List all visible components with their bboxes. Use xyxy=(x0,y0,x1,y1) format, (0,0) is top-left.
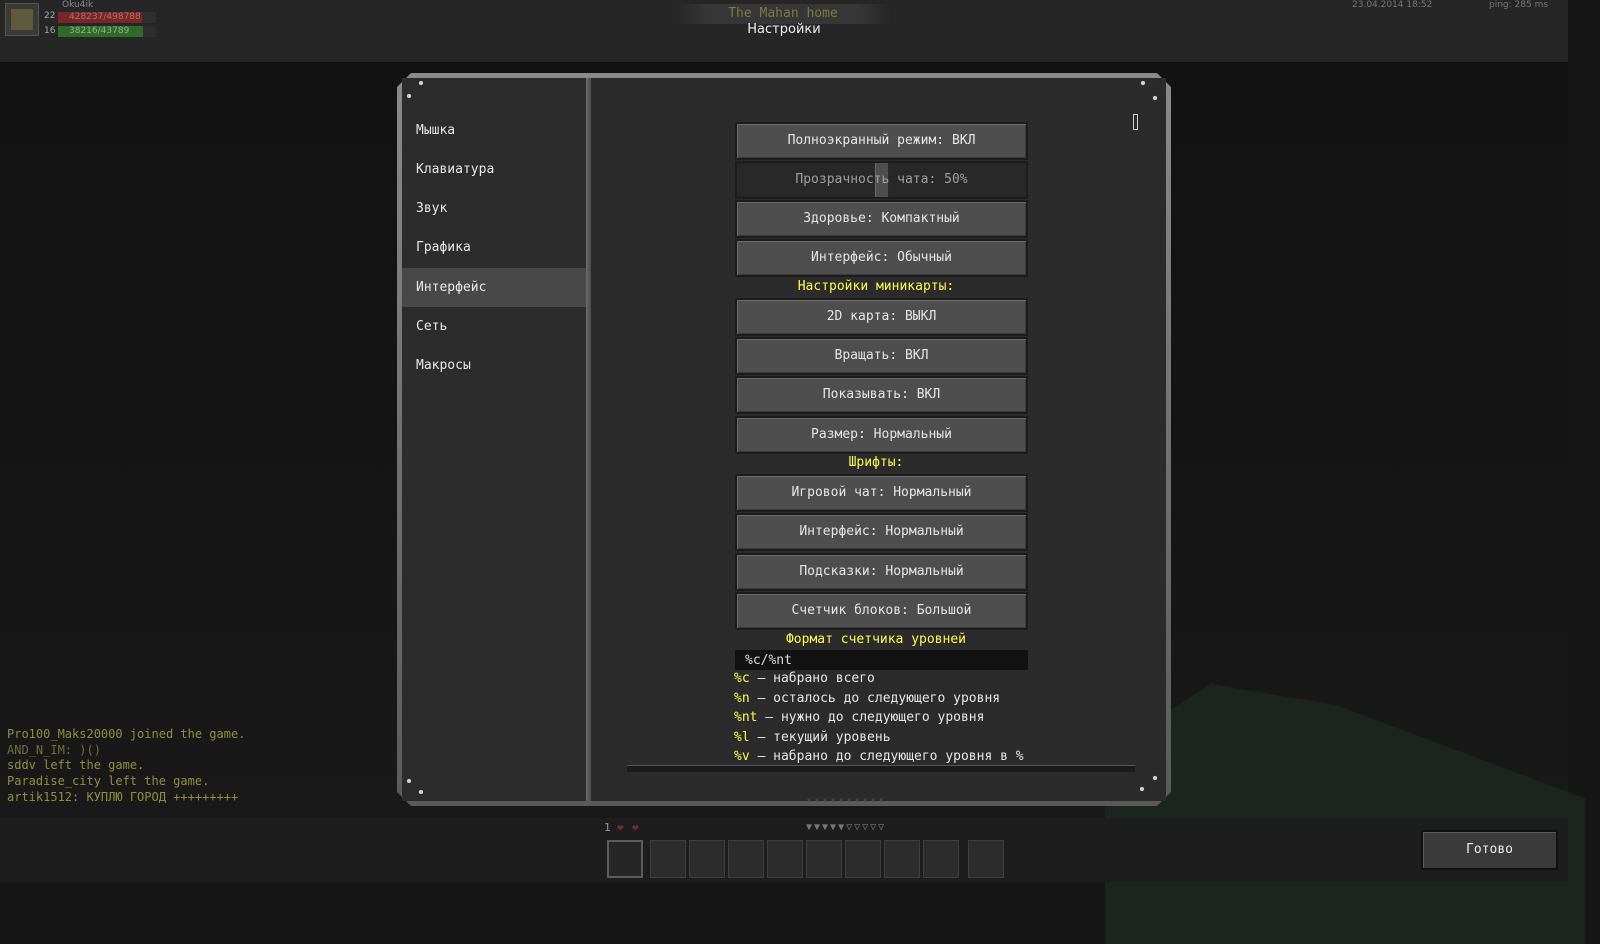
location-name: The Mahan home xyxy=(675,4,891,24)
tooltips-font-button[interactable]: Подсказки: Нормальный xyxy=(735,553,1028,591)
player-level: 1 xyxy=(604,821,611,834)
fonts-section-header: Шрифты: xyxy=(848,455,904,470)
map-2d-button[interactable]: 2D карта: ВЫКЛ xyxy=(735,298,1028,336)
stat1-level: 22 xyxy=(44,11,56,21)
heart-icon: ❤ xyxy=(617,821,624,834)
legend-line-nt: %nt – нужно до следующего уровня xyxy=(734,710,984,725)
level-format-input[interactable] xyxy=(735,650,1028,670)
game-chat-font-button[interactable]: Игровой чат: Нормальный xyxy=(735,474,1028,512)
sidebar-item-interface[interactable]: Интерфейс xyxy=(402,268,586,307)
sidebar-item-label: Графика xyxy=(416,240,471,255)
fullscreen-button[interactable]: Полноэкранный режим: ВКЛ xyxy=(735,122,1028,160)
rivet-icon xyxy=(419,790,423,794)
settings-sidebar: Мышка Клавиатура Звук Графика Интерфейс … xyxy=(402,78,586,801)
legend-line-v: %v – набрано до следующего уровня в % xyxy=(734,749,1024,764)
legend-text: – набрано всего xyxy=(749,671,875,686)
chat-line: sddv left the game. xyxy=(7,758,145,773)
chat-opacity-slider[interactable]: Прозрачность чата: 50% xyxy=(735,161,1028,199)
legend-line-l: %l – текущий уровень xyxy=(734,730,891,745)
done-button[interactable]: Готово xyxy=(1421,830,1558,870)
chat-line: Pro100_Maks20000 joined the game. xyxy=(7,727,246,741)
legend-text: – текущий уровень xyxy=(749,730,891,745)
datetime: 23.04.2014 18:52 xyxy=(1352,0,1433,10)
legend-code: %l xyxy=(734,730,750,745)
legend-line-n: %n – осталось до следующего уровня xyxy=(734,691,1000,706)
hotbar-slot[interactable] xyxy=(968,840,1004,878)
rivet-icon xyxy=(1153,96,1157,100)
content-scrollbar[interactable] xyxy=(1133,114,1138,130)
hotbar-slot[interactable] xyxy=(767,840,803,878)
heart-icon: ❤ xyxy=(632,821,639,834)
chat-line: AND_N_IM: )() xyxy=(7,742,101,757)
hotbar-slot[interactable] xyxy=(650,840,686,878)
hotbar-slot[interactable] xyxy=(607,840,643,878)
chat-opacity-label: Прозрачность чата: 50% xyxy=(795,172,968,187)
legend-line-c: %c – набрано всего xyxy=(734,671,875,686)
show-minimap-button[interactable]: Показывать: ВКЛ xyxy=(735,376,1028,414)
block-counter-button[interactable]: Счетчик блоков: Большой xyxy=(735,592,1028,630)
legend-code: %c xyxy=(734,671,750,686)
hotbar-slot[interactable] xyxy=(884,840,920,878)
settings-panel: Мышка Клавиатура Звук Графика Интерфейс … xyxy=(397,73,1171,806)
rivet-icon xyxy=(407,779,411,783)
interface-font-button[interactable]: Интерфейс: Нормальный xyxy=(735,513,1028,551)
top-hud-bar: Oku4ik 22 428237/498788 16 38216/43789 T… xyxy=(0,0,1568,62)
sidebar-item-sound[interactable]: Звук xyxy=(402,189,586,228)
sidebar-item-label: Звук xyxy=(416,201,448,216)
legend-code: %v xyxy=(734,749,750,764)
sidebar-item-label: Интерфейс xyxy=(416,280,487,295)
sidebar-item-label: Макросы xyxy=(416,358,471,373)
chat-line: artik1512: КУПЛЮ ГОРОД +++++++++ xyxy=(7,789,239,804)
rivet-icon xyxy=(1140,787,1144,791)
rotate-button[interactable]: Вращать: ВКЛ xyxy=(735,337,1028,375)
sidebar-item-graphics[interactable]: Графика xyxy=(402,228,586,267)
chat-line: Paradise_city left the game. xyxy=(7,774,210,789)
sidebar-item-macros[interactable]: Макросы xyxy=(402,346,586,385)
rivet-icon xyxy=(1141,81,1145,85)
sidebar-item-keyboard[interactable]: Клавиатура xyxy=(402,150,586,189)
sidebar-item-mouse[interactable]: Мышка xyxy=(402,111,586,150)
rivet-icon xyxy=(407,94,411,98)
armor-icons: ▼▼▼▼▼▽▽▽▽▽ xyxy=(806,822,887,833)
sidebar-item-label: Клавиатура xyxy=(416,162,495,177)
sidebar-item-label: Мышка xyxy=(416,123,456,138)
green-hill xyxy=(1105,684,1585,944)
hotbar-slot[interactable] xyxy=(845,840,881,878)
player-name: Oku4ik xyxy=(62,0,94,10)
chat-log: Pro100_Maks20000 joined the game. AND_N_… xyxy=(7,727,245,806)
rivet-icon xyxy=(419,81,423,85)
minimap-section-header: Настройки миникарты: xyxy=(797,279,955,294)
legend-code: %nt xyxy=(734,710,758,725)
legend-code: %n xyxy=(734,691,750,706)
legend-text: – нужно до следующего уровня xyxy=(757,710,985,725)
armor-ghost-icons: ▾▾▾▾▾▾▾▾▾▾ xyxy=(806,795,887,806)
sidebar-item-network[interactable]: Сеть xyxy=(402,307,586,346)
page-title: Настройки xyxy=(747,22,821,37)
hotbar-slot[interactable] xyxy=(806,840,842,878)
ping-indicator: ping: 285 ms xyxy=(1489,0,1549,10)
legend-text: – набрано до следующего уровня в % xyxy=(749,749,1024,764)
settings-content: Полноэкранный режим: ВКЛ Прозрачность ча… xyxy=(591,78,1166,801)
sidebar-item-label: Сеть xyxy=(416,319,448,334)
hotbar-slot[interactable] xyxy=(923,840,959,878)
level-format-header: Формат счетчика уровней xyxy=(785,632,966,647)
legend-text: – осталось до следующего уровня xyxy=(749,691,1001,706)
health-style-button[interactable]: Здоровье: Компактный xyxy=(735,200,1028,238)
hotbar-slot[interactable] xyxy=(728,840,764,878)
minimap-size-button[interactable]: Размер: Нормальный xyxy=(735,416,1028,454)
content-bottom-edge xyxy=(627,765,1135,772)
rivet-icon xyxy=(1153,776,1157,780)
interface-style-button[interactable]: Интерфейс: Обычный xyxy=(735,239,1028,277)
hotbar-slot[interactable] xyxy=(689,840,725,878)
